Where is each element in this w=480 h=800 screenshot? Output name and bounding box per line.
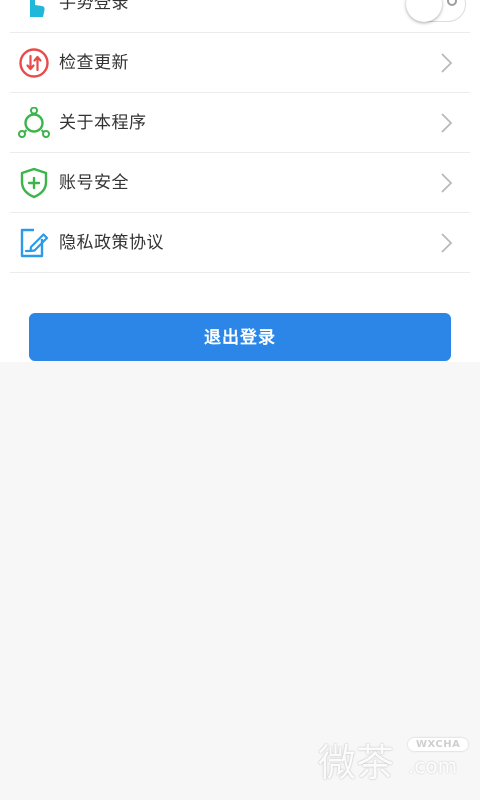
gesture-login-label: 手势登录 xyxy=(59,0,129,13)
update-icon xyxy=(18,47,50,79)
gesture-login-toggle[interactable] xyxy=(406,0,466,22)
watermark-text: 微茶 xyxy=(318,741,395,785)
privacy-policy-label: 隐私政策协议 xyxy=(59,233,164,253)
gesture-login-row[interactable]: 手势登录 xyxy=(10,0,470,33)
account-security-label: 账号安全 xyxy=(59,173,129,193)
logout-button[interactable]: 退出登录 xyxy=(29,313,451,361)
chevron-right-icon xyxy=(440,112,454,134)
settings-panel: 手势登录 检查更新 关于本程序 账号安全 隐私政策协议 退出登录 xyxy=(0,0,480,362)
about-row[interactable]: 关于本程序 xyxy=(10,93,470,153)
edit-document-icon xyxy=(18,227,50,259)
account-security-row[interactable]: 账号安全 xyxy=(10,153,470,213)
privacy-policy-row[interactable]: 隐私政策协议 xyxy=(10,213,470,273)
toggle-off-indicator xyxy=(447,0,457,6)
chevron-right-icon xyxy=(440,52,454,74)
check-update-row[interactable]: 检查更新 xyxy=(10,33,470,93)
watermark-domain: .com xyxy=(408,754,458,778)
toggle-knob xyxy=(406,0,442,22)
watermark-badge: WXCHA xyxy=(408,738,469,751)
watermark: 微茶 WXCHA .com xyxy=(318,732,469,785)
about-label: 关于本程序 xyxy=(59,113,147,133)
chevron-right-icon xyxy=(440,232,454,254)
about-icon xyxy=(18,106,50,139)
check-update-label: 检查更新 xyxy=(59,53,129,73)
chevron-right-icon xyxy=(440,172,454,194)
gesture-hand-icon xyxy=(18,0,50,19)
shield-plus-icon xyxy=(18,167,50,199)
